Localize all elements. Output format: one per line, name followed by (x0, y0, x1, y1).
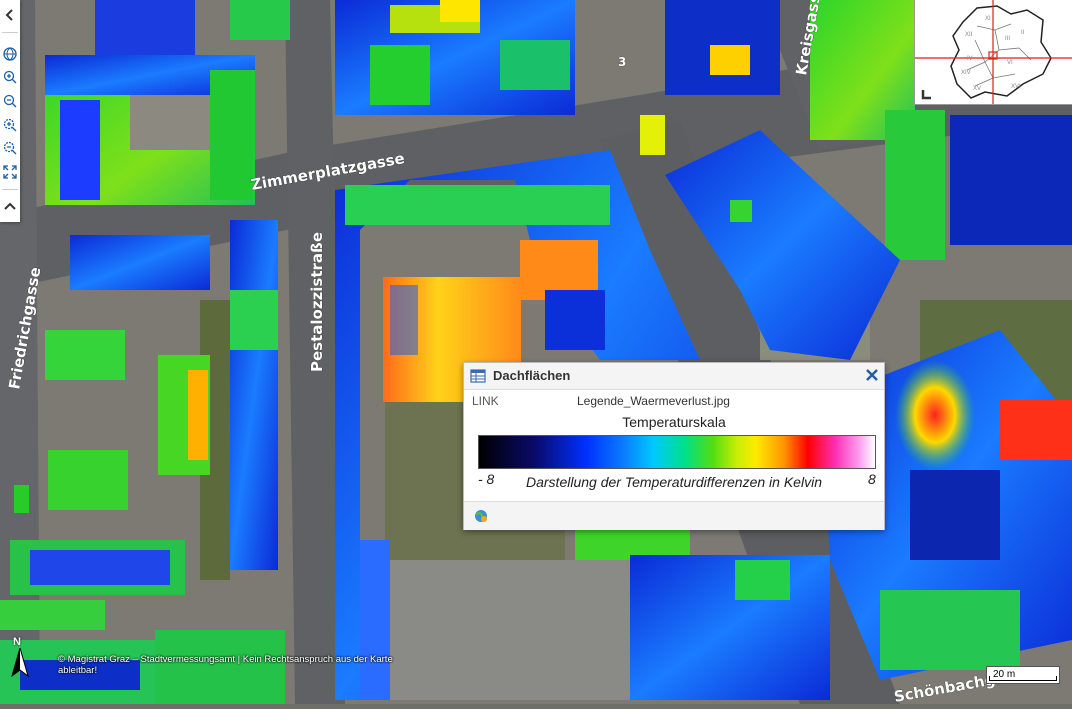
zoom-box-in-button[interactable] (0, 114, 20, 136)
overview-district-label: XIV (961, 70, 971, 76)
zoom-box-out-button[interactable] (0, 137, 20, 159)
temperature-color-scale (478, 435, 876, 469)
fit-extent-icon (3, 165, 17, 179)
legend-image: Temperaturskala - 8 Darstellung der Temp… (470, 411, 878, 495)
overview-toggle-icon[interactable] (921, 88, 933, 100)
globe-icon (3, 47, 17, 61)
feature-popup: Dachflächen LINK Legende_Waermeverlust.j… (463, 362, 885, 530)
overview-district-label: II (1021, 30, 1025, 36)
collapse-toolbar-button[interactable] (0, 4, 20, 26)
street-label-pestalozzistrasse: Pestalozzistraße (308, 232, 326, 372)
zoom-box-in-icon (3, 118, 17, 132)
legend-caption: Darstellung der Temperaturdifferenzen in… (526, 474, 822, 490)
overview-district-map: XI XII III II VI IV XIV XV XVI (915, 0, 1072, 104)
zoom-out-icon (3, 94, 17, 108)
zoom-out-button[interactable] (0, 90, 20, 112)
table-icon (470, 369, 486, 383)
north-label: N (13, 636, 21, 648)
chevron-left-icon (5, 9, 13, 21)
fit-extent-button[interactable] (0, 161, 20, 183)
toolbar-divider (2, 32, 18, 33)
north-arrow: N (10, 636, 30, 678)
house-number-label: 3 (618, 55, 626, 69)
popup-footer (464, 501, 884, 530)
overview-map[interactable]: XI XII III II VI IV XIV XV XVI (914, 0, 1072, 105)
full-extent-button[interactable] (0, 43, 20, 65)
scale-line (989, 676, 1057, 681)
legend-max-label: 8 (868, 471, 876, 487)
map-attribution: © Magistrat Graz – Stadtvermessungsamt |… (58, 654, 393, 676)
legend-title: Temperaturskala (622, 414, 726, 430)
toolbar-divider (2, 189, 18, 190)
zoom-box-out-icon (3, 141, 17, 155)
zoom-in-icon (3, 70, 17, 84)
north-arrow-icon (11, 648, 29, 678)
chevron-up-icon (4, 202, 16, 210)
overview-district-label: VI (1007, 60, 1013, 66)
popup-header: Dachflächen (464, 363, 884, 390)
map-toolbar (0, 0, 20, 222)
popup-title: Dachflächen (493, 368, 571, 383)
overview-district-label: III (1005, 36, 1010, 42)
overview-district-label: XII (965, 32, 973, 38)
close-icon[interactable] (864, 367, 880, 383)
attribute-name: LINK (472, 394, 499, 408)
overview-district-label: XV (973, 86, 981, 92)
zoom-in-button[interactable] (0, 66, 20, 88)
overview-district-label: XVI (1011, 84, 1021, 90)
overview-district-label: IV (967, 56, 973, 62)
collapse-tools-button[interactable] (0, 196, 20, 218)
attribute-value: Legende_Waermeverlust.jpg (577, 394, 730, 408)
map-view[interactable]: Zimmerplatzgasse Pestalozzistraße Friedr… (0, 0, 1072, 706)
thermal-roof-map[interactable]: Zimmerplatzgasse Pestalozzistraße Friedr… (0, 0, 1072, 706)
zoom-to-feature-icon[interactable] (473, 508, 489, 524)
overview-district-label: XI (985, 16, 991, 22)
scale-bar: 20 m (986, 666, 1060, 684)
